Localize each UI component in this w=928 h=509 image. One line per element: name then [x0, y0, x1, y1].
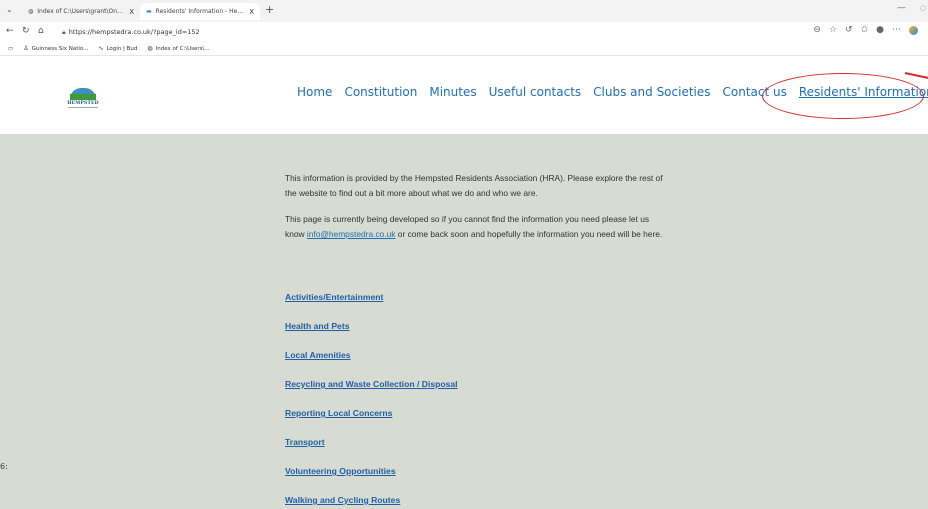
favorite-item[interactable]: ♙ Guinness Six Natio...	[23, 45, 88, 52]
nav-useful-contacts[interactable]: Useful contacts	[489, 85, 582, 99]
link-local-amenities[interactable]: Local Amenities	[285, 350, 458, 379]
logo-field-shape	[70, 94, 96, 100]
favorite-item[interactable]: ∿ Login | Bud	[98, 45, 137, 52]
tab-list-icon[interactable]: ⌄	[6, 5, 13, 14]
profile-icon[interactable]: ●	[876, 25, 884, 35]
link-reporting-concerns[interactable]: Reporting Local Concerns	[285, 408, 458, 437]
favorite-label: Login | Bud	[106, 45, 138, 52]
favorites-icon[interactable]: ✩	[861, 25, 869, 35]
sidebar-toggle-icon[interactable]: ▭	[8, 46, 13, 52]
nav-minutes[interactable]: Minutes	[429, 85, 476, 99]
intro-paragraph: This information is provided by the Hemp…	[285, 173, 663, 198]
favorite-label: Index of C:\Users\...	[155, 45, 210, 52]
refresh-icon[interactable]: ↻	[22, 26, 30, 36]
back-icon[interactable]: ←	[6, 26, 14, 36]
site-favicon-icon: ▬	[146, 8, 152, 15]
favorite-item[interactable]: ◍ Index of C:\Users\...	[147, 45, 209, 52]
url-text: https://hempstedra.co.uk/?page_id=152	[68, 28, 200, 36]
bookmark-icon: ♙	[23, 45, 29, 52]
link-health-and-pets[interactable]: Health and Pets	[285, 321, 458, 350]
favorite-label: Guinness Six Natio...	[31, 45, 89, 52]
logo-text: HEMPSTED	[67, 101, 99, 106]
nav-home[interactable]: Home	[297, 85, 332, 99]
url-input[interactable]: 🔒︎ https://hempstedra.co.uk/?page_id=152	[62, 25, 802, 39]
paragraph-text: or come back soon and hopefully the info…	[395, 229, 663, 239]
favorite-star-icon[interactable]: ☆	[829, 25, 837, 35]
tab-title: Residents' Information - Hempsted	[155, 8, 246, 15]
browser-tab-index[interactable]: ◍ Index of C:\Users\grant\OneDrive\ X	[22, 3, 140, 20]
more-icon[interactable]: ⋯	[892, 25, 901, 35]
lock-icon: 🔒︎	[62, 27, 66, 36]
link-activities-entertainment[interactable]: Activities/Entertainment	[285, 292, 458, 321]
tab-title: Index of C:\Users\grant\OneDrive\	[37, 8, 126, 15]
home-icon[interactable]: ⌂	[38, 26, 44, 36]
stray-text: 6:	[0, 462, 8, 471]
address-bar-row: ← ↻ ⌂ 🔒︎ https://hempstedra.co.uk/?page_…	[0, 22, 928, 42]
zoom-icon[interactable]: ⊖	[813, 25, 821, 35]
logo-underline	[68, 107, 98, 108]
globe-icon: ◍	[28, 8, 34, 15]
link-volunteering[interactable]: Volunteering Opportunities	[285, 466, 458, 495]
email-link[interactable]: info@hempstedra.co.uk	[307, 229, 396, 239]
link-recycling-waste[interactable]: Recycling and Waste Collection / Disposa…	[285, 379, 458, 408]
link-walking-cycling[interactable]: Walking and Cycling Routes	[285, 495, 458, 509]
main-content: This information is provided by the Hemp…	[0, 134, 928, 509]
minimize-icon[interactable]: —	[897, 3, 906, 13]
close-icon[interactable]: X	[249, 8, 254, 16]
copilot-icon[interactable]	[909, 25, 918, 35]
browser-tab-bar: ⌄ ◍ Index of C:\Users\grant\OneDrive\ X …	[0, 0, 928, 22]
development-paragraph: This page is currently being developed s…	[285, 212, 665, 242]
window-edge-icon: ◌	[919, 4, 926, 12]
globe-icon: ◍	[147, 45, 153, 52]
annotation-circle	[762, 73, 924, 119]
intro-text: This information is provided by the Hemp…	[285, 171, 665, 253]
close-icon[interactable]: X	[129, 8, 134, 16]
link-transport[interactable]: Transport	[285, 437, 458, 466]
browser-tab-residents[interactable]: ▬ Residents' Information - Hempsted X	[140, 3, 260, 20]
info-links-list: Activities/Entertainment Health and Pets…	[285, 292, 458, 509]
new-tab-button[interactable]: +	[265, 3, 274, 16]
site-logo[interactable]: HEMPSTED	[67, 82, 99, 110]
favorites-bar: ▭ ♙ Guinness Six Natio... ∿ Login | Bud …	[0, 42, 928, 56]
refresh-extension-icon[interactable]: ↺	[845, 25, 853, 35]
nav-constitution[interactable]: Constitution	[344, 85, 417, 99]
nav-clubs-and-societies[interactable]: Clubs and Societies	[593, 85, 710, 99]
bookmark-icon: ∿	[98, 45, 104, 52]
